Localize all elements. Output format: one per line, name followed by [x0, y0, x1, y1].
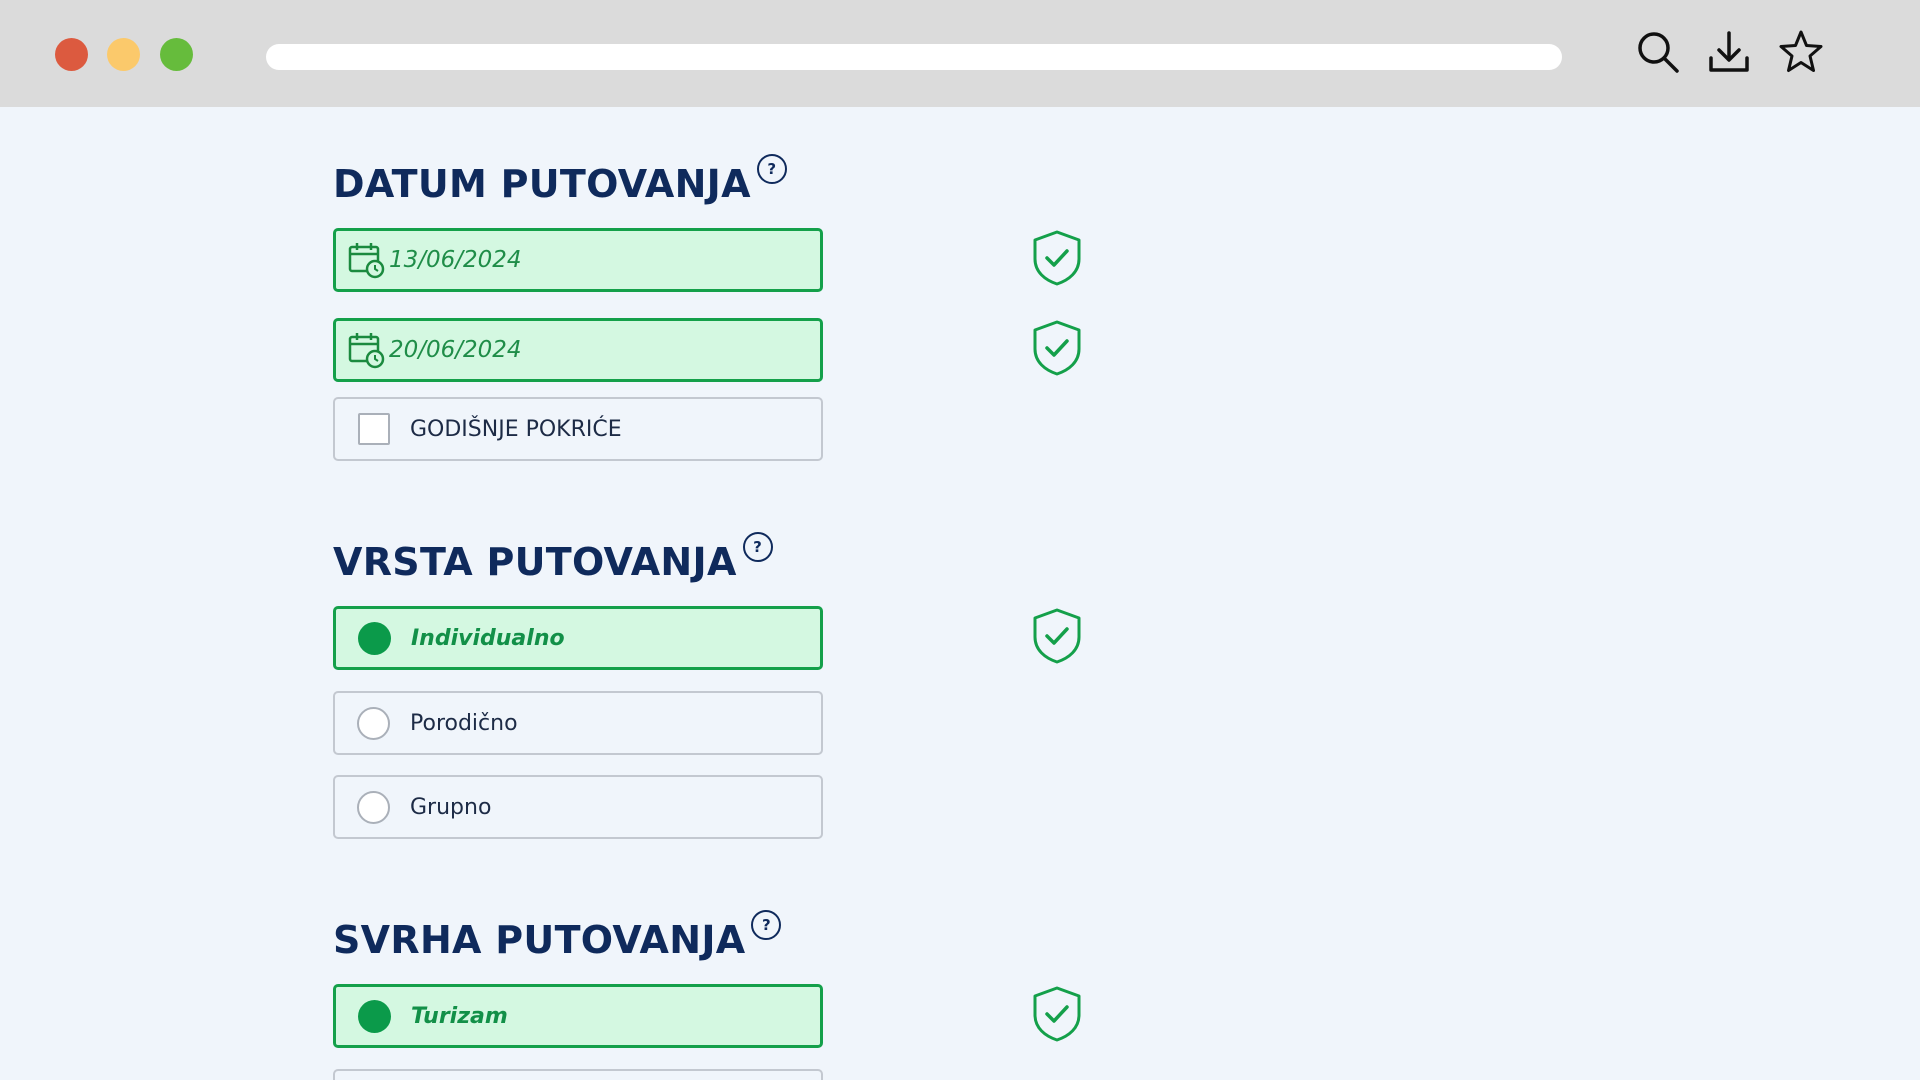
form-page: DATUM PUTOVANJA? 13/06/2024 20/06/2024 G… [0, 107, 1920, 1080]
trip-type-label: Individualno [411, 625, 565, 651]
trip-type-option-individualno[interactable]: Individualno [333, 606, 823, 670]
trip-type-option-grupno[interactable]: Grupno [333, 775, 823, 839]
start-date-field[interactable]: 13/06/2024 [333, 228, 823, 292]
section-title-svrha-text: SVRHA PUTOVANJA [333, 918, 746, 962]
end-date-value: 20/06/2024 [389, 337, 522, 363]
annual-coverage-checkbox[interactable] [358, 413, 390, 445]
annual-coverage-option[interactable]: GODIŠNJE POKRIĆE [333, 397, 823, 461]
section-title-datum: DATUM PUTOVANJA? [333, 154, 787, 206]
valid-shield-icon [1031, 319, 1083, 377]
star-icon[interactable] [1777, 28, 1825, 76]
trip-type-option-porodicno[interactable]: Porodično [333, 691, 823, 755]
search-icon[interactable] [1634, 28, 1682, 76]
window-minimize-dot[interactable] [107, 38, 140, 71]
radio-selected[interactable] [358, 621, 391, 655]
calendar-clock-icon [348, 243, 385, 279]
trip-type-label: Porodično [410, 710, 518, 736]
section-title-svrha: SVRHA PUTOVANJA? [333, 910, 782, 962]
help-icon[interactable]: ? [756, 154, 787, 184]
browser-toolbar [0, 0, 1920, 107]
start-date-value: 13/06/2024 [389, 247, 522, 273]
calendar-clock-icon [348, 333, 385, 369]
valid-shield-icon [1031, 985, 1083, 1043]
help-icon[interactable]: ? [751, 910, 782, 940]
end-date-field[interactable]: 20/06/2024 [333, 318, 823, 382]
help-icon[interactable]: ? [742, 532, 773, 562]
trip-purpose-option-turizam[interactable]: Turizam [333, 984, 823, 1048]
valid-shield-icon [1031, 607, 1083, 665]
section-title-vrsta-text: VRSTA PUTOVANJA [333, 540, 737, 584]
address-bar[interactable] [266, 44, 1562, 70]
section-title-datum-text: DATUM PUTOVANJA [333, 162, 751, 206]
trip-purpose-option-next[interactable] [333, 1069, 823, 1080]
annual-coverage-label: GODIŠNJE POKRIĆE [410, 416, 622, 442]
trip-purpose-label: Turizam [411, 1003, 508, 1029]
trip-type-label: Grupno [410, 794, 492, 820]
window-maximize-dot[interactable] [160, 38, 193, 71]
section-title-vrsta: VRSTA PUTOVANJA? [333, 532, 773, 584]
window-close-dot[interactable] [55, 38, 88, 71]
radio-unselected[interactable] [357, 706, 390, 740]
radio-selected[interactable] [358, 999, 391, 1033]
valid-shield-icon [1031, 229, 1083, 287]
radio-unselected[interactable] [357, 790, 390, 824]
download-icon[interactable] [1705, 28, 1753, 76]
